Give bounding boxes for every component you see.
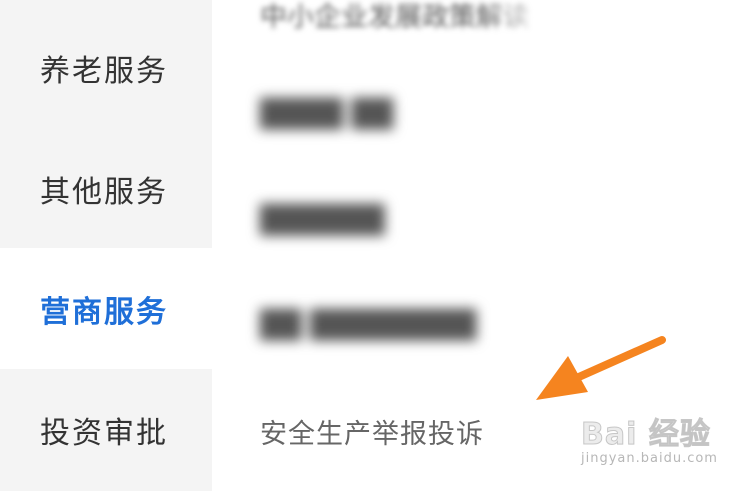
sidebar-item-other-services[interactable]: 其他服务 <box>0 128 212 249</box>
sidebar-item-label: 其他服务 <box>40 174 168 210</box>
baidu-jingyan-watermark: Bai 经验 jingyan.baidu.com <box>571 409 731 473</box>
sidebar-item-label: 养老服务 <box>40 53 168 89</box>
list-item[interactable]: ██████ <box>260 198 385 242</box>
list-item-safety-report[interactable]: 安全生产举报投诉 <box>260 409 484 453</box>
list-item-label: ██ ████████ <box>260 309 477 341</box>
list-item[interactable]: ████ ██ <box>260 92 393 136</box>
app-screen: 养老服务 其他服务 营商服务 投资审批 中小企业发展政策解读 ████ ██ █… <box>0 0 753 491</box>
list-item[interactable]: ██ ████████ <box>260 303 476 347</box>
list-item-label: 安全生产举报投诉 <box>260 418 484 450</box>
list-item-label: ██████ <box>260 204 385 236</box>
sidebar-item-investment-approval[interactable]: 投资审批 <box>0 369 212 490</box>
sidebar-item-business-services[interactable]: 营商服务 <box>0 248 212 369</box>
arrow-pointer-icon <box>536 336 666 400</box>
list-item-label: ████ ██ <box>260 98 394 130</box>
sidebar-item-label: 营商服务 <box>40 294 168 330</box>
watermark-url: jingyan.baidu.com <box>581 451 718 466</box>
sidebar-item-elderly-care[interactable]: 养老服务 <box>0 7 212 128</box>
category-sidebar: 养老服务 其他服务 营商服务 投资审批 <box>0 0 212 491</box>
fade-overlay <box>480 0 540 40</box>
sidebar-item-label: 投资审批 <box>40 415 168 451</box>
watermark-brand: Bai 经验 <box>581 417 711 453</box>
